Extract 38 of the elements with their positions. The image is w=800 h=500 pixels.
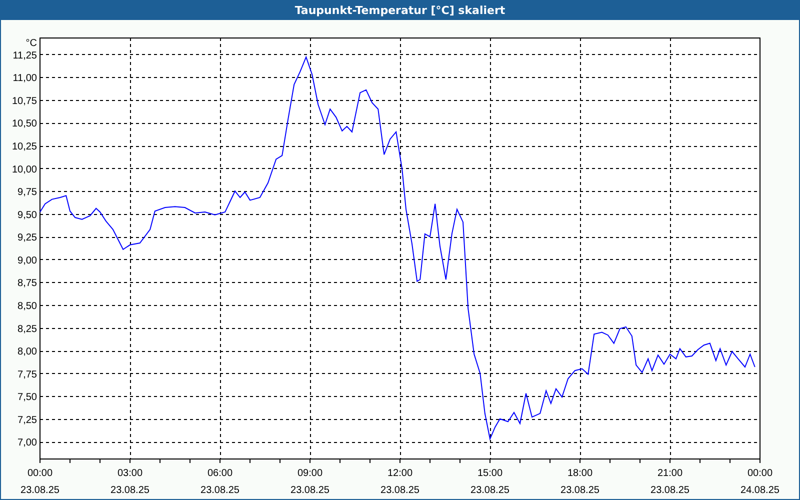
axis-tick-label: 9,00 <box>18 255 37 266</box>
axis-tick-label: 7,00 <box>18 438 37 449</box>
axis-tick-label: 8,50 <box>18 301 37 312</box>
axis-tick-label: 9,75 <box>18 187 37 198</box>
axis-tick-label: 12:00 <box>387 468 413 479</box>
axis-tick-label: 06:00 <box>207 468 233 479</box>
axis-tick-label: 8,75 <box>18 278 37 290</box>
axis-tick-label: 00:00 <box>747 468 773 479</box>
axis-tick-label: 15:00 <box>477 468 503 479</box>
axis-tick-label: 09:00 <box>297 468 323 479</box>
date-label: 23.08.25 <box>110 485 150 496</box>
axis-tick-label: 7,75 <box>18 369 37 380</box>
axis-tick-label: 18:00 <box>567 468 593 479</box>
axis-tick-label: 10,75 <box>12 96 37 107</box>
axis-tick-label: 21:00 <box>657 468 683 479</box>
date-label: 23.08.25 <box>380 485 420 496</box>
axis-tick-label: 8,00 <box>18 346 37 358</box>
axis-tick-label: 9,50 <box>18 210 37 221</box>
axis-tick-label: 03:00 <box>117 468 143 479</box>
date-label: 23.08.25 <box>560 485 600 496</box>
date-label: 24.08.25 <box>740 485 780 496</box>
axis-tick-label: 11,00 <box>12 73 37 84</box>
date-label: 23.08.25 <box>290 485 330 496</box>
window-title: Taupunkt-Temperatur [°C] skaliert <box>294 4 506 16</box>
date-label: 23.08.25 <box>650 485 690 496</box>
axis-tick-label: 00:00 <box>27 468 53 479</box>
axis-tick-label: 10,25 <box>12 142 37 153</box>
axis-tick-label: 7,50 <box>18 392 37 404</box>
date-label: 23.08.25 <box>20 485 60 496</box>
axis-tick-label: 10,00 <box>12 164 37 176</box>
axis-tick-label: 10,50 <box>12 118 37 130</box>
date-label: 23.08.25 <box>470 485 510 496</box>
date-label: 23.08.25 <box>200 485 240 496</box>
axis-tick-label: 8,25 <box>18 324 37 335</box>
axis-tick-label: 11,25 <box>12 50 37 62</box>
axis-tick-label: 9,25 <box>18 232 37 244</box>
axis-unit-label: °C <box>26 38 37 49</box>
axis-tick-label: 7,25 <box>18 414 37 426</box>
